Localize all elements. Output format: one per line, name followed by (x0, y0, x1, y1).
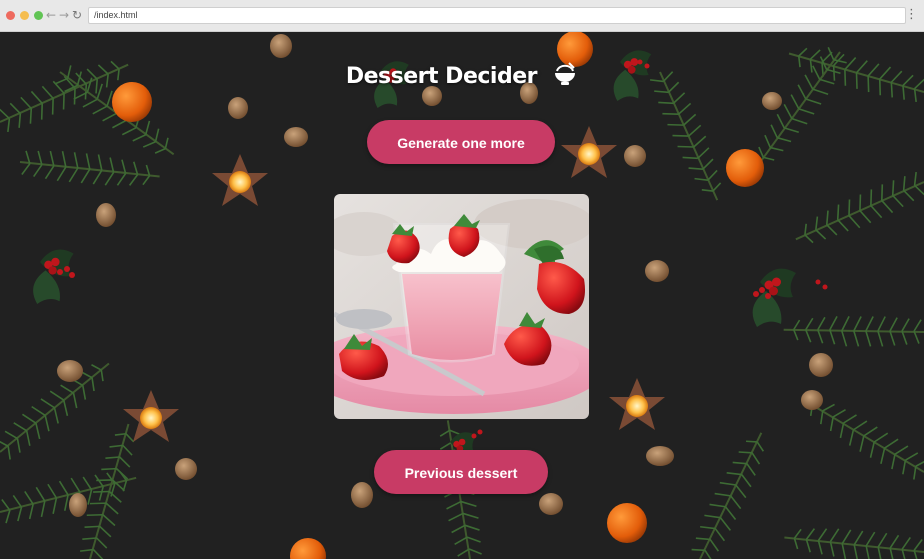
back-arrow-icon[interactable]: ← (46, 8, 56, 22)
page-title: Dessert Decider (0, 62, 924, 92)
bowl-icon (552, 62, 578, 92)
minimize-window-button[interactable] (20, 11, 29, 20)
page-title-text: Dessert Decider (345, 64, 538, 89)
browser-menu-icon[interactable]: ⋮ (905, 6, 918, 24)
reload-icon[interactable]: ↻ (72, 8, 82, 22)
generate-button[interactable]: Generate one more (367, 120, 555, 164)
previous-button[interactable]: Previous dessert (374, 450, 548, 494)
address-bar[interactable]: /index.html (88, 7, 906, 24)
close-window-button[interactable] (6, 11, 15, 20)
page-viewport: Dessert Decider Generate one more Previo… (0, 32, 924, 559)
browser-toolbar: ← → ↻ /index.html ⋮ (0, 0, 924, 32)
browser-window: ← → ↻ /index.html ⋮ Dessert Decider Gene… (0, 0, 924, 559)
maximize-window-button[interactable] (34, 11, 43, 20)
forward-arrow-icon[interactable]: → (59, 8, 69, 22)
dessert-photo (334, 194, 589, 419)
